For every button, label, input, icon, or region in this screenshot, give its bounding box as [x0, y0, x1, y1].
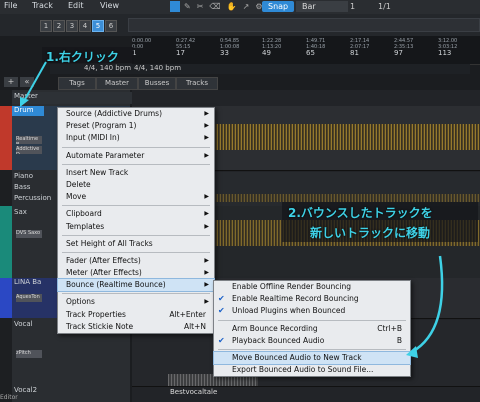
arrow-2-head — [406, 346, 418, 358]
annotation-arrows — [20, 61, 444, 358]
arrow-2-line — [411, 255, 444, 354]
annotation-step2-line2: 新しいトラックに移動 — [310, 226, 431, 240]
arrow-1-line — [23, 61, 47, 102]
arrow-1-head — [20, 97, 29, 107]
annotation-step2-line1: 2.バウンスしたトラックを — [288, 206, 433, 220]
